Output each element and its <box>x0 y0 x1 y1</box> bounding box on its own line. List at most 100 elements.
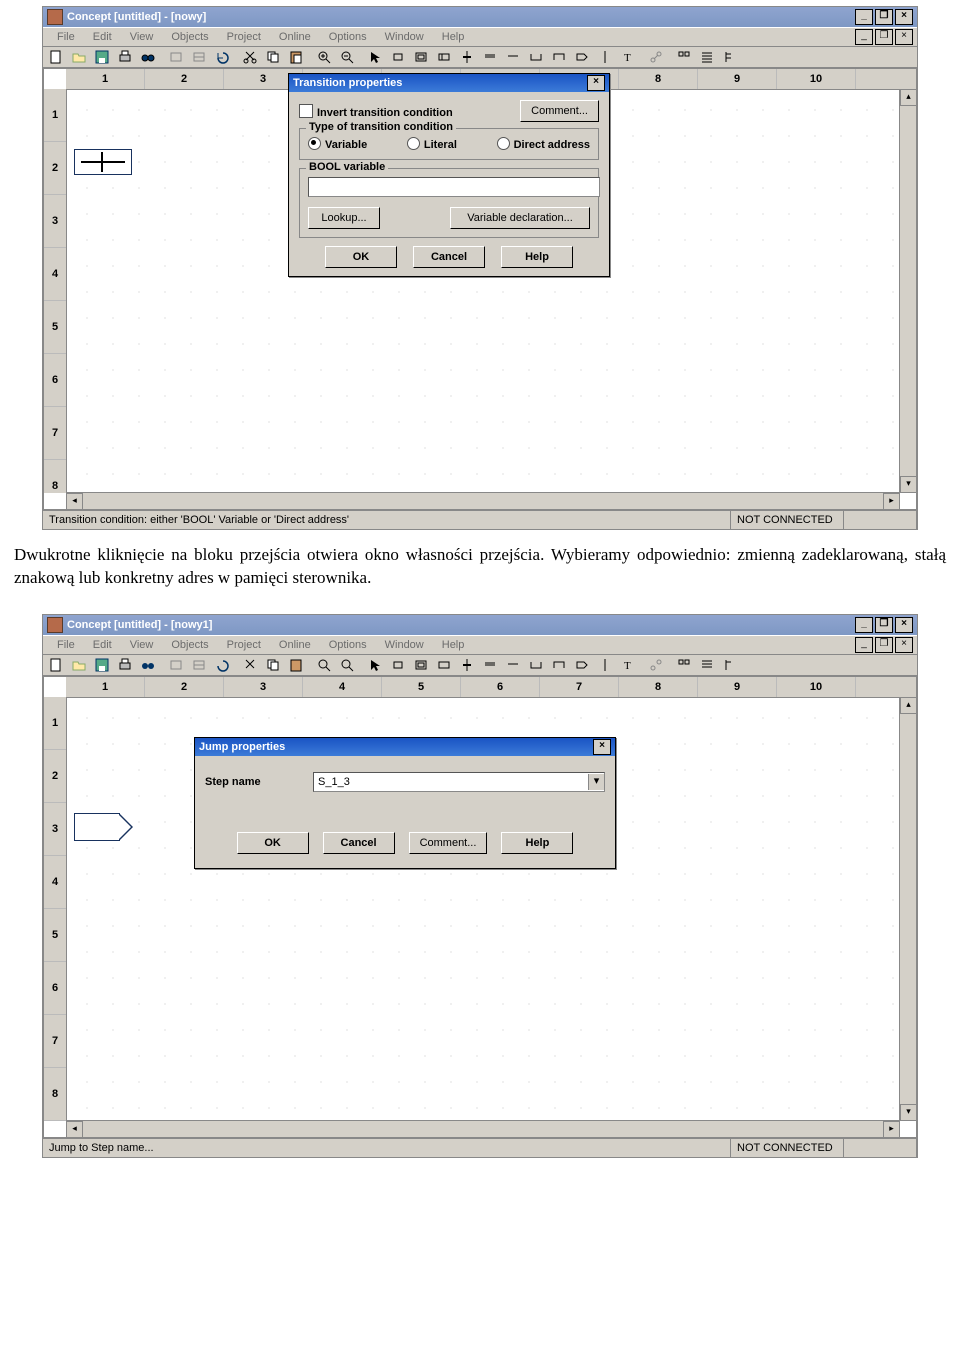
cancel-button[interactable]: Cancel <box>323 832 395 854</box>
undo-icon[interactable] <box>211 47 233 67</box>
scroll-right-icon[interactable]: ▸ <box>883 493 900 510</box>
paste-icon[interactable] <box>285 655 307 675</box>
scroll-down-icon[interactable]: ▾ <box>900 476 917 493</box>
comment-tool-icon[interactable]: T <box>617 47 639 67</box>
scroll-right-icon[interactable]: ▸ <box>883 1121 900 1138</box>
window-tile-icon[interactable] <box>673 47 695 67</box>
maximize-button[interactable]: ❐ <box>875 9 893 25</box>
parallel-branch-icon[interactable] <box>479 47 501 67</box>
radio-direct-address[interactable]: Direct address <box>497 137 590 151</box>
block2-icon[interactable] <box>188 655 210 675</box>
help-button[interactable]: Help <box>501 246 573 268</box>
pointer-icon[interactable] <box>364 655 386 675</box>
zoom-in-icon[interactable] <box>313 655 335 675</box>
pointer-icon[interactable] <box>364 47 386 67</box>
menu-edit[interactable]: Edit <box>85 30 120 44</box>
new-icon[interactable] <box>45 47 67 67</box>
dropdown-arrow-icon[interactable]: ▾ <box>588 774 604 790</box>
menu-online[interactable]: Online <box>271 638 319 652</box>
scroll-left-icon[interactable]: ◂ <box>66 493 83 510</box>
comment-button[interactable]: Comment... <box>409 832 488 854</box>
cut-icon[interactable] <box>239 655 261 675</box>
transition-tool-icon[interactable] <box>456 655 478 675</box>
block2-icon[interactable] <box>188 47 210 67</box>
mdi-restore[interactable]: ❐ <box>875 637 893 653</box>
menu-options[interactable]: Options <box>321 638 375 652</box>
alt-branch-icon[interactable] <box>502 655 524 675</box>
vertical-scrollbar[interactable]: ▴ ▾ <box>899 697 916 1121</box>
list-icon[interactable] <box>696 655 718 675</box>
parallel-branch-icon[interactable] <box>479 655 501 675</box>
ok-button[interactable]: OK <box>325 246 397 268</box>
copy-icon[interactable] <box>262 47 284 67</box>
dialog-titlebar[interactable]: Transition properties × <box>289 74 609 92</box>
menu-project[interactable]: Project <box>219 638 269 652</box>
transition-tool-icon[interactable] <box>456 47 478 67</box>
invert-checkbox[interactable]: Invert transition condition <box>299 104 453 119</box>
jump-block[interactable] <box>74 813 120 841</box>
ok-button[interactable]: OK <box>237 832 309 854</box>
tree-icon[interactable] <box>719 47 741 67</box>
list-icon[interactable] <box>696 47 718 67</box>
menu-window[interactable]: Window <box>377 638 432 652</box>
tree-icon[interactable] <box>719 655 741 675</box>
paste-icon[interactable] <box>285 47 307 67</box>
close-button[interactable]: × <box>895 9 913 25</box>
jump-tool-icon[interactable] <box>571 47 593 67</box>
mdi-restore[interactable]: ❐ <box>875 29 893 45</box>
menu-help[interactable]: Help <box>434 638 473 652</box>
lookup-button[interactable]: Lookup... <box>308 207 380 229</box>
cancel-button[interactable]: Cancel <box>413 246 485 268</box>
step-name-combo[interactable]: S_1_3 ▾ <box>313 772 605 792</box>
comment-button[interactable]: Comment... <box>520 100 599 122</box>
dialog-close-button[interactable]: × <box>587 75 605 91</box>
menu-view[interactable]: View <box>122 638 162 652</box>
horizontal-scrollbar[interactable]: ◂ ▸ <box>66 492 900 509</box>
menu-window[interactable]: Window <box>377 30 432 44</box>
undo-icon[interactable] <box>211 655 233 675</box>
menu-objects[interactable]: Objects <box>163 30 216 44</box>
zoom-out-icon[interactable] <box>336 655 358 675</box>
copy-icon[interactable] <box>262 655 284 675</box>
horizontal-scrollbar[interactable]: ◂ ▸ <box>66 1120 900 1137</box>
menu-file[interactable]: File <box>49 30 83 44</box>
variable-declaration-button[interactable]: Variable declaration... <box>450 207 590 229</box>
help-button[interactable]: Help <box>501 832 573 854</box>
menu-help[interactable]: Help <box>434 30 473 44</box>
minimize-button[interactable]: _ <box>855 9 873 25</box>
binoculars-icon[interactable] <box>137 47 159 67</box>
scroll-up-icon[interactable]: ▴ <box>900 89 917 106</box>
menu-options[interactable]: Options <box>321 30 375 44</box>
dialog-titlebar[interactable]: Jump properties × <box>195 738 615 756</box>
vline-tool-icon[interactable] <box>594 47 616 67</box>
save-icon[interactable] <box>91 47 113 67</box>
scroll-left-icon[interactable]: ◂ <box>66 1121 83 1138</box>
print-icon[interactable] <box>114 655 136 675</box>
mdi-minimize[interactable]: _ <box>855 29 873 45</box>
open-icon[interactable] <box>68 655 90 675</box>
connect-icon[interactable] <box>645 655 667 675</box>
menu-file[interactable]: File <box>49 638 83 652</box>
action-tool-icon[interactable] <box>433 47 455 67</box>
binoculars-icon[interactable] <box>137 655 159 675</box>
vertical-scrollbar[interactable]: ▴ ▾ <box>899 89 916 493</box>
join2-icon[interactable] <box>548 47 570 67</box>
block-icon[interactable] <box>165 655 187 675</box>
step-tool-icon[interactable] <box>387 655 409 675</box>
initstep-tool-icon[interactable] <box>410 655 432 675</box>
print-icon[interactable] <box>114 47 136 67</box>
menu-project[interactable]: Project <box>219 30 269 44</box>
action-tool-icon[interactable] <box>433 655 455 675</box>
scroll-up-icon[interactable]: ▴ <box>900 697 917 714</box>
cut-icon[interactable] <box>239 47 261 67</box>
new-icon[interactable] <box>45 655 67 675</box>
jump-tool-icon[interactable] <box>571 655 593 675</box>
vline-tool-icon[interactable] <box>594 655 616 675</box>
step-tool-icon[interactable] <box>387 47 409 67</box>
mdi-close[interactable]: × <box>895 637 913 653</box>
open-icon[interactable] <box>68 47 90 67</box>
comment-tool-icon[interactable]: T <box>617 655 639 675</box>
menu-online[interactable]: Online <box>271 30 319 44</box>
alt-branch-icon[interactable] <box>502 47 524 67</box>
minimize-button[interactable]: _ <box>855 617 873 633</box>
